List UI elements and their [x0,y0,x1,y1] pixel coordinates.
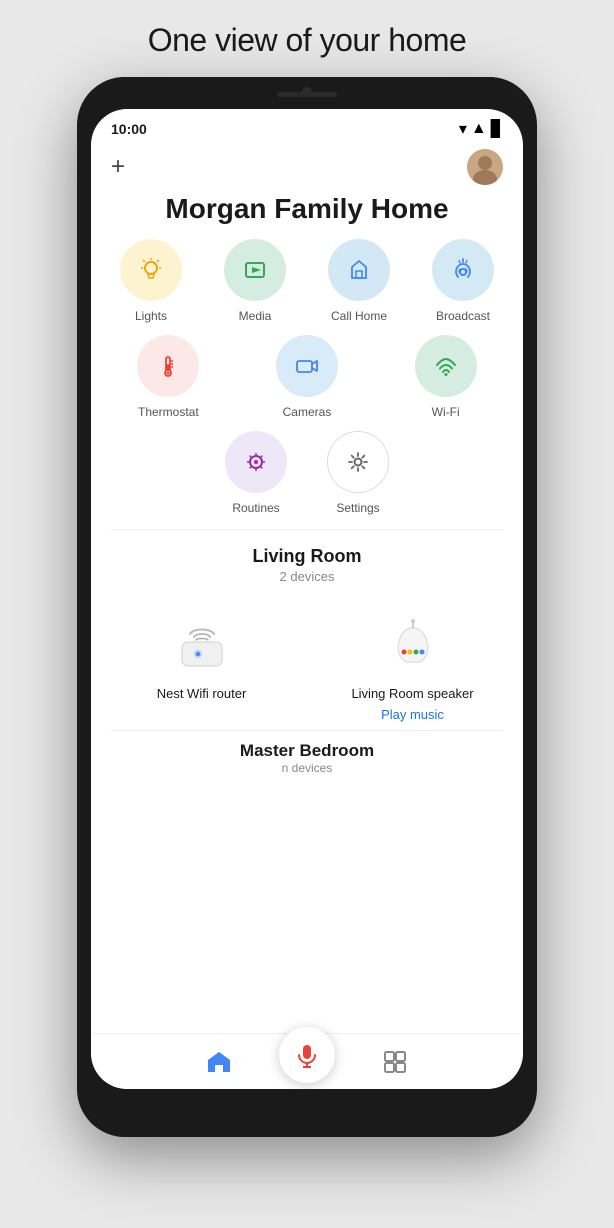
living-room-title: Living Room [111,546,503,567]
device-router[interactable]: Nest Wifi router [101,608,302,701]
status-bar: 10:00 ▾ ▲ ▊ [91,109,523,143]
shortcut-media[interactable]: Media [205,239,305,323]
shortcut-broadcast[interactable]: Broadcast [413,239,513,323]
home-title: Morgan Family Home [91,189,523,239]
routines-circle [225,431,287,493]
thermostat-circle [137,335,199,397]
shortcut-routines[interactable]: Routines [225,431,287,515]
cameras-label: Cameras [283,405,332,419]
shortcut-thermostat[interactable]: Thermostat [101,335,236,419]
battery-icon: ▊ [491,119,503,139]
status-icons: ▾ ▲ ▊ [459,119,503,139]
master-room-section: Master Bedroom n devices [91,731,523,779]
lights-circle [120,239,182,301]
master-room-device-count: n devices [111,761,503,775]
living-room-device-count: 2 devices [111,569,503,584]
signal-bars-icon: ▲ [471,120,487,138]
media-label: Media [239,309,272,323]
add-button[interactable]: + [111,155,125,179]
avatar[interactable] [467,149,503,185]
bottom-nav [91,1033,523,1089]
shortcut-callhome[interactable]: Call Home [309,239,409,323]
shortcuts-row3: Routines Settings [91,427,523,529]
living-room-section: Living Room 2 devices [91,530,523,592]
wifi-circle [415,335,477,397]
shortcut-settings[interactable]: Settings [327,431,389,515]
devices-row: Nest Wifi router [91,592,523,730]
app-header: + [91,143,523,189]
speaker-name: Living Room speaker [351,686,473,701]
media-circle [224,239,286,301]
status-time: 10:00 [111,121,147,137]
phone-screen: 10:00 ▾ ▲ ▊ + Morgan Family Home [91,109,523,1089]
wifi-icon: ▾ [459,119,467,139]
shortcut-wifi[interactable]: Wi-Fi [378,335,513,419]
speaker-icon [377,608,449,680]
broadcast-label: Broadcast [436,309,490,323]
settings-circle [327,431,389,493]
broadcast-circle [432,239,494,301]
wifi-label: Wi-Fi [432,405,460,419]
shortcut-cameras[interactable]: Cameras [240,335,375,419]
phone-speaker [277,92,337,97]
mic-fab-button[interactable] [279,1027,335,1083]
settings-label: Settings [336,501,379,515]
callhome-label: Call Home [331,309,387,323]
play-music-button[interactable]: Play music [381,707,444,722]
nav-devices[interactable] [382,1049,408,1075]
cameras-circle [276,335,338,397]
device-speaker[interactable]: Living Room speaker Play music [312,608,513,722]
router-icon [166,608,238,680]
callhome-circle [328,239,390,301]
phone-notch [77,77,537,105]
nav-home[interactable] [206,1049,232,1075]
routines-label: Routines [232,501,279,515]
scroll-content[interactable]: Lights Media [91,239,523,1033]
thermostat-label: Thermostat [138,405,199,419]
shortcuts-row1: Lights Media [91,239,523,331]
master-room-title: Master Bedroom [111,741,503,761]
shortcuts-row2: Thermostat Cameras [91,331,523,427]
page-title: One view of your home [148,22,467,59]
phone-frame: 10:00 ▾ ▲ ▊ + Morgan Family Home [77,77,537,1137]
lights-label: Lights [135,309,167,323]
shortcut-lights[interactable]: Lights [101,239,201,323]
router-name: Nest Wifi router [157,686,247,701]
